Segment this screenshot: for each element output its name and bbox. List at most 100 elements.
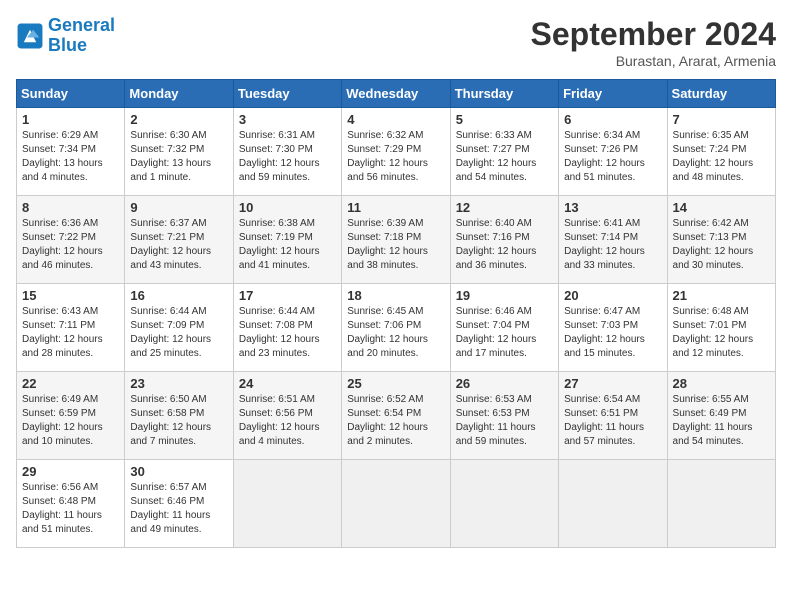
calendar-cell: 25 Sunrise: 6:52 AMSunset: 6:54 PMDayligh…	[342, 372, 450, 460]
logo-text: GeneralBlue	[48, 16, 115, 56]
calendar-cell: 24 Sunrise: 6:51 AMSunset: 6:56 PMDayligh…	[233, 372, 341, 460]
title-block: September 2024 Burastan, Ararat, Armenia	[531, 16, 776, 69]
day-info: Sunrise: 6:49 AMSunset: 6:59 PMDaylight:…	[22, 393, 119, 449]
calendar-cell	[233, 460, 341, 548]
month-title: September 2024	[531, 16, 776, 53]
day-info: Sunrise: 6:44 AMSunset: 7:08 PMDaylight:…	[239, 305, 336, 361]
header-tuesday: Tuesday	[233, 80, 341, 108]
day-number: 21	[673, 288, 770, 303]
calendar-cell: 14Sunrise: 6:42 AMSunset: 7:13 PMDayligh…	[667, 196, 775, 284]
calendar-cell: 5 Sunrise: 6:33 AMSunset: 7:27 PMDaylight…	[450, 108, 558, 196]
calendar-cell: 9Sunrise: 6:37 AMSunset: 7:21 PMDaylight…	[125, 196, 233, 284]
day-info: Sunrise: 6:29 AMSunset: 7:34 PMDaylight:…	[22, 129, 119, 185]
calendar-week-2: 8Sunrise: 6:36 AMSunset: 7:22 PMDaylight…	[17, 196, 776, 284]
calendar-cell	[450, 460, 558, 548]
day-info: Sunrise: 6:45 AMSunset: 7:06 PMDaylight:…	[347, 305, 444, 361]
logo: GeneralBlue	[16, 16, 115, 56]
calendar-cell: 29 Sunrise: 6:56 AMSunset: 6:48 PMDayligh…	[17, 460, 125, 548]
calendar-cell: 19 Sunrise: 6:46 AMSunset: 7:04 PMDayligh…	[450, 284, 558, 372]
day-info: Sunrise: 6:31 AMSunset: 7:30 PMDaylight:…	[239, 129, 336, 185]
day-number: 27	[564, 376, 661, 391]
day-info: Sunrise: 6:54 AMSunset: 6:51 PMDaylight:…	[564, 393, 661, 449]
calendar-week-4: 22 Sunrise: 6:49 AMSunset: 6:59 PMDayligh…	[17, 372, 776, 460]
day-info: Sunrise: 6:32 AMSunset: 7:29 PMDaylight:…	[347, 129, 444, 185]
day-info: Sunrise: 6:56 AMSunset: 6:48 PMDaylight:…	[22, 481, 119, 537]
day-info: Sunrise: 6:48 AMSunset: 7:01 PMDaylight:…	[673, 305, 770, 361]
logo-icon	[16, 22, 44, 50]
day-number: 25	[347, 376, 444, 391]
page-header: GeneralBlue September 2024 Burastan, Ara…	[16, 16, 776, 69]
calendar-cell: 3 Sunrise: 6:31 AMSunset: 7:30 PMDaylight…	[233, 108, 341, 196]
day-number: 17	[239, 288, 336, 303]
day-number: 13	[564, 200, 661, 215]
day-number: 6	[564, 112, 661, 127]
header-wednesday: Wednesday	[342, 80, 450, 108]
day-info: Sunrise: 6:39 AMSunset: 7:18 PMDaylight:…	[347, 217, 444, 273]
calendar-cell: 10 Sunrise: 6:38 AMSunset: 7:19 PMDayligh…	[233, 196, 341, 284]
day-number: 10	[239, 200, 336, 215]
calendar-week-5: 29 Sunrise: 6:56 AMSunset: 6:48 PMDayligh…	[17, 460, 776, 548]
day-number: 3	[239, 112, 336, 127]
day-number: 5	[456, 112, 553, 127]
day-number: 28	[673, 376, 770, 391]
day-info: Sunrise: 6:52 AMSunset: 6:54 PMDaylight:…	[347, 393, 444, 449]
calendar-cell: 21 Sunrise: 6:48 AMSunset: 7:01 PMDayligh…	[667, 284, 775, 372]
calendar-cell: 30 Sunrise: 6:57 AMSunset: 6:46 PMDayligh…	[125, 460, 233, 548]
day-info: Sunrise: 6:36 AMSunset: 7:22 PMDaylight:…	[22, 217, 119, 273]
day-info: Sunrise: 6:43 AMSunset: 7:11 PMDaylight:…	[22, 305, 119, 361]
header-friday: Friday	[559, 80, 667, 108]
calendar-cell	[667, 460, 775, 548]
calendar-cell: 20Sunrise: 6:47 AMSunset: 7:03 PMDayligh…	[559, 284, 667, 372]
day-info: Sunrise: 6:33 AMSunset: 7:27 PMDaylight:…	[456, 129, 553, 185]
day-info: Sunrise: 6:51 AMSunset: 6:56 PMDaylight:…	[239, 393, 336, 449]
header-monday: Monday	[125, 80, 233, 108]
day-number: 16	[130, 288, 227, 303]
day-number: 2	[130, 112, 227, 127]
day-info: Sunrise: 6:50 AMSunset: 6:58 PMDaylight:…	[130, 393, 227, 449]
calendar-cell: 6 Sunrise: 6:34 AMSunset: 7:26 PMDaylight…	[559, 108, 667, 196]
day-info: Sunrise: 6:38 AMSunset: 7:19 PMDaylight:…	[239, 217, 336, 273]
calendar-cell: 15 Sunrise: 6:43 AMSunset: 7:11 PMDayligh…	[17, 284, 125, 372]
calendar-cell: 26 Sunrise: 6:53 AMSunset: 6:53 PMDayligh…	[450, 372, 558, 460]
day-info: Sunrise: 6:46 AMSunset: 7:04 PMDaylight:…	[456, 305, 553, 361]
calendar-cell: 7Sunrise: 6:35 AMSunset: 7:24 PMDaylight…	[667, 108, 775, 196]
calendar-cell: 18 Sunrise: 6:45 AMSunset: 7:06 PMDayligh…	[342, 284, 450, 372]
day-number: 22	[22, 376, 119, 391]
day-info: Sunrise: 6:53 AMSunset: 6:53 PMDaylight:…	[456, 393, 553, 449]
calendar-cell: 23 Sunrise: 6:50 AMSunset: 6:58 PMDayligh…	[125, 372, 233, 460]
day-number: 12	[456, 200, 553, 215]
header-sunday: Sunday	[17, 80, 125, 108]
day-number: 15	[22, 288, 119, 303]
calendar-week-1: 1 Sunrise: 6:29 AMSunset: 7:34 PMDaylight…	[17, 108, 776, 196]
day-info: Sunrise: 6:55 AMSunset: 6:49 PMDaylight:…	[673, 393, 770, 449]
location: Burastan, Ararat, Armenia	[531, 53, 776, 69]
day-number: 24	[239, 376, 336, 391]
calendar-cell: 1 Sunrise: 6:29 AMSunset: 7:34 PMDaylight…	[17, 108, 125, 196]
calendar-cell: 27 Sunrise: 6:54 AMSunset: 6:51 PMDayligh…	[559, 372, 667, 460]
day-number: 9	[130, 200, 227, 215]
calendar-header-row: SundayMondayTuesdayWednesdayThursdayFrid…	[17, 80, 776, 108]
day-number: 18	[347, 288, 444, 303]
calendar-cell: 13 Sunrise: 6:41 AMSunset: 7:14 PMDayligh…	[559, 196, 667, 284]
day-number: 11	[347, 200, 444, 215]
day-info: Sunrise: 6:30 AMSunset: 7:32 PMDaylight:…	[130, 129, 227, 185]
calendar-cell: 11 Sunrise: 6:39 AMSunset: 7:18 PMDayligh…	[342, 196, 450, 284]
day-info: Sunrise: 6:57 AMSunset: 6:46 PMDaylight:…	[130, 481, 227, 537]
day-number: 19	[456, 288, 553, 303]
day-number: 20	[564, 288, 661, 303]
calendar-cell: 2 Sunrise: 6:30 AMSunset: 7:32 PMDaylight…	[125, 108, 233, 196]
calendar-cell	[559, 460, 667, 548]
day-number: 26	[456, 376, 553, 391]
day-number: 23	[130, 376, 227, 391]
day-number: 29	[22, 464, 119, 479]
day-info: Sunrise: 6:40 AMSunset: 7:16 PMDaylight:…	[456, 217, 553, 273]
day-info: Sunrise: 6:44 AMSunset: 7:09 PMDaylight:…	[130, 305, 227, 361]
day-info: Sunrise: 6:34 AMSunset: 7:26 PMDaylight:…	[564, 129, 661, 185]
day-number: 30	[130, 464, 227, 479]
calendar-table: SundayMondayTuesdayWednesdayThursdayFrid…	[16, 79, 776, 548]
day-info: Sunrise: 6:42 AMSunset: 7:13 PMDaylight:…	[673, 217, 770, 273]
calendar-cell: 12 Sunrise: 6:40 AMSunset: 7:16 PMDayligh…	[450, 196, 558, 284]
calendar-week-3: 15 Sunrise: 6:43 AMSunset: 7:11 PMDayligh…	[17, 284, 776, 372]
day-info: Sunrise: 6:41 AMSunset: 7:14 PMDaylight:…	[564, 217, 661, 273]
day-number: 1	[22, 112, 119, 127]
